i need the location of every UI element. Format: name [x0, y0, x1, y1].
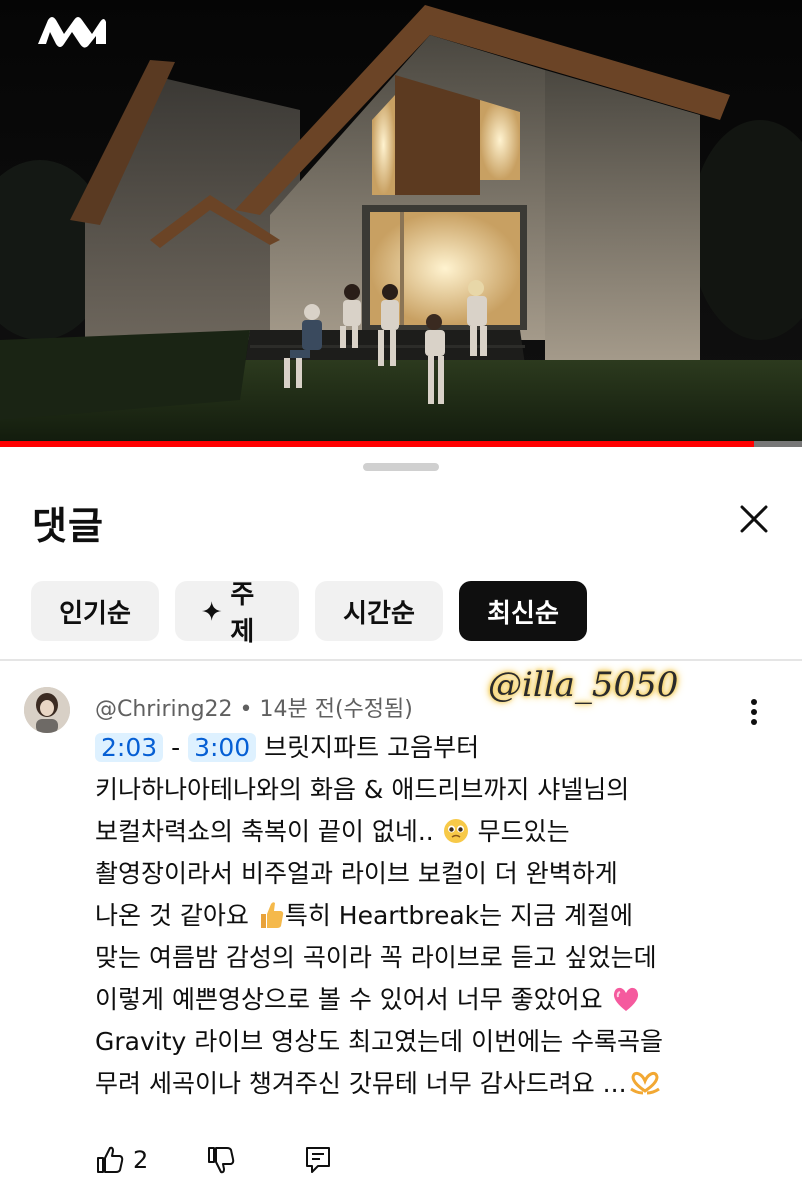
pleading-face-icon [443, 819, 468, 843]
comment-author[interactable]: @Chriring22 [95, 697, 233, 722]
chip-popular[interactable]: 인기순 [31, 581, 159, 641]
more-vert-icon[interactable] [742, 697, 766, 727]
timestamp-link[interactable]: 2:03 [95, 733, 164, 762]
comment-line: Gravity 라이브 영상도 최고였는데 이번에는 수록곡을 [95, 1027, 664, 1056]
dislike-button[interactable] [206, 1145, 236, 1175]
meta-separator: • [232, 697, 260, 722]
chip-popular-label: 인기순 [59, 598, 131, 629]
comment-actions: 2 [95, 1145, 332, 1175]
comment-line: 키나하나아테나와의 화음 & 애드리브까지 샤넬님의 [95, 775, 630, 804]
comment-line: 나온 것 같아요 특히 Heartbreak는 지금 계절에 [95, 895, 775, 937]
chip-time-label: 시간순 [343, 598, 415, 629]
comment-line: 촬영장이라서 비주얼과 라이브 보컬이 더 완벽하게 [95, 859, 618, 888]
sort-chips: 인기순 주제 시간순 최신순 [31, 580, 587, 647]
timestamp-link[interactable]: 3:00 [188, 733, 257, 762]
wavy-m-logo-icon [38, 17, 106, 48]
comment-text: 특히 Heartbreak는 지금 계절에 [284, 901, 634, 930]
comment-text: 무드있는 [477, 817, 570, 846]
comment-body: 2:03 - 3:00 브릿지파트 고음부터 키나하나아테나와의 화음 & 애드… [95, 727, 775, 1105]
comment-text: 이렇게 예쁜영상으로 볼 수 있어서 너무 좋았어요 [95, 985, 603, 1014]
like-icon [97, 1146, 124, 1173]
close-x-icon[interactable] [734, 499, 774, 539]
sparkle-icon [201, 601, 222, 621]
thumbs-up-icon [260, 902, 284, 928]
chip-topic[interactable]: 주제 [175, 580, 299, 647]
comment-line: 무려 세곡이나 챙겨주신 갓뮤테 너무 감사드려요 ... [95, 1063, 775, 1105]
pink-heart-icon [613, 987, 638, 1011]
avatar[interactable] [24, 687, 70, 733]
comment-text: 브릿지파트 고음부터 [264, 733, 480, 762]
comment-line: 보컬차력쇼의 축복이 끝이 없네.. 무드있는 [95, 811, 775, 853]
comment-line: 맞는 여름밤 감성의 곡이라 꼭 라이브로 듣고 싶었는데 [95, 943, 657, 972]
drag-handle[interactable] [363, 463, 439, 471]
reply-icon [306, 1147, 331, 1173]
comment-meta: @Chriring22 • 14분 전(수정됨) [95, 691, 413, 723]
chip-time[interactable]: 시간순 [315, 581, 443, 641]
chip-topic-label: 주제 [230, 580, 255, 647]
comment-text: 보컬차력쇼의 축복이 끝이 없네.. [95, 817, 434, 846]
comment-time: 14분 전(수정됨) [259, 697, 413, 722]
chip-newest[interactable]: 최신순 [459, 581, 587, 641]
like-button[interactable]: 2 [95, 1145, 148, 1175]
avatar-image [24, 687, 70, 733]
reply-button[interactable] [304, 1145, 332, 1175]
timestamp-dash: - [163, 733, 189, 762]
comment-text: 무려 세곡이나 챙겨주신 갓뮤테 너무 감사드려요 ... [95, 1069, 627, 1098]
comment-line: 2:03 - 3:00 브릿지파트 고음부터 [95, 727, 775, 769]
comment-line: 이렇게 예쁜영상으로 볼 수 있어서 너무 좋았어요 [95, 979, 775, 1021]
like-count: 2 [133, 1146, 149, 1174]
comments-panel: 댓글 인기순 주제 시간순 최신순 @Chriring22 • 14분 전(수정… [0, 447, 802, 1200]
panel-title: 댓글 [32, 504, 104, 548]
divider [0, 659, 802, 661]
video-player[interactable] [0, 0, 802, 447]
video-frame [0, 0, 802, 447]
heart-hands-icon [629, 1071, 660, 1095]
chip-newest-label: 최신순 [487, 598, 559, 629]
comment-text: 나온 것 같아요 [95, 901, 249, 930]
dislike-icon [208, 1147, 235, 1174]
watermark: @illa_5050 [488, 665, 679, 705]
